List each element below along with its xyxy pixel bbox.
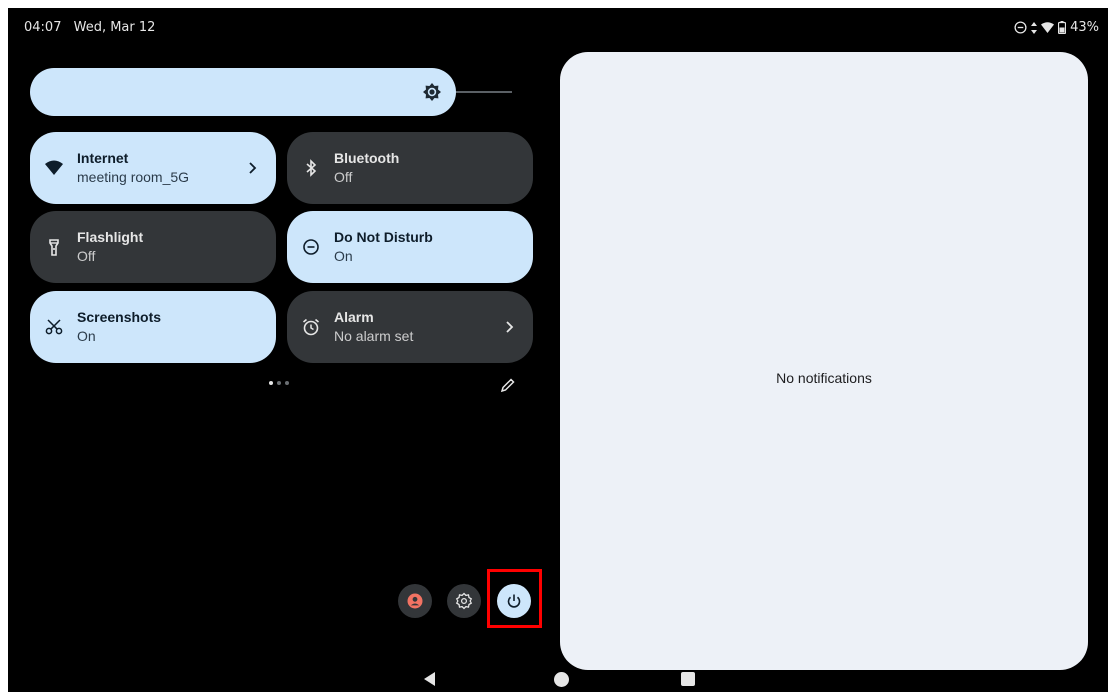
power-button-highlight: [487, 569, 542, 628]
battery-percentage: 43%: [1070, 20, 1099, 35]
do-not-disturb-icon: [303, 239, 319, 255]
battery-icon: [1058, 21, 1067, 34]
edit-pencil-icon[interactable]: [500, 377, 516, 393]
brightness-slider[interactable]: [30, 68, 456, 116]
internet-subtitle: meeting room_5G: [77, 169, 190, 185]
internet-title: Internet: [77, 150, 129, 166]
status-bar-left: 04:07 Wed, Mar 12: [24, 20, 163, 35]
do-not-disturb-tile[interactable]: Do Not Disturb On: [287, 211, 533, 283]
home-button[interactable]: [554, 672, 569, 687]
screenshots-tile[interactable]: Screenshots On: [30, 291, 276, 363]
notification-panel: No notifications: [560, 52, 1088, 670]
alarm-tile[interactable]: Alarm No alarm set: [287, 291, 533, 363]
no-notifications-text: No notifications: [776, 370, 872, 386]
bluetooth-subtitle: Off: [334, 169, 353, 185]
page-dot: [285, 381, 289, 385]
bluetooth-tile[interactable]: Bluetooth Off: [287, 132, 533, 204]
screenshots-title: Screenshots: [77, 309, 162, 325]
quick-settings-screen: 04:07 Wed, Mar 12 43% Internet meeting r…: [8, 8, 1108, 692]
do-not-disturb-status-icon: [1014, 21, 1027, 34]
bluetooth-title: Bluetooth: [334, 150, 400, 166]
flashlight-tile[interactable]: Flashlight Off: [30, 211, 276, 283]
alarm-title: Alarm: [334, 309, 374, 325]
data-transfer-icon: [1031, 21, 1038, 34]
navigation-bar: [8, 668, 1108, 692]
flashlight-subtitle: Off: [77, 248, 96, 264]
screenshot-icon: [45, 319, 63, 335]
page-indicator: [269, 381, 289, 385]
wifi-status-icon: [1041, 22, 1055, 33]
settings-button[interactable]: [447, 584, 481, 618]
user-switcher-button[interactable]: [398, 584, 432, 618]
internet-tile[interactable]: Internet meeting room_5G: [30, 132, 276, 204]
page-dot: [277, 381, 281, 385]
brightness-track[interactable]: [456, 91, 512, 93]
user-icon: [407, 593, 423, 609]
status-time: 04:07: [24, 20, 62, 35]
brightness-icon: [423, 83, 441, 101]
status-bar-right: 43%: [1014, 20, 1099, 35]
do-not-disturb-title: Do Not Disturb: [334, 229, 433, 245]
gear-icon: [455, 592, 473, 610]
recents-button[interactable]: [681, 672, 695, 686]
page-dot: [269, 381, 273, 385]
bluetooth-icon: [306, 159, 317, 177]
alarm-subtitle: No alarm set: [334, 328, 414, 344]
status-date: Wed, Mar 12: [73, 20, 156, 35]
flashlight-title: Flashlight: [77, 229, 144, 245]
do-not-disturb-subtitle: On: [334, 248, 353, 264]
screenshots-subtitle: On: [77, 328, 96, 344]
back-icon[interactable]: [422, 671, 436, 687]
chevron-right-icon: [506, 321, 514, 333]
alarm-icon: [302, 318, 320, 336]
wifi-icon: [45, 160, 63, 175]
chevron-right-icon: [249, 162, 257, 174]
flashlight-icon: [49, 239, 59, 256]
